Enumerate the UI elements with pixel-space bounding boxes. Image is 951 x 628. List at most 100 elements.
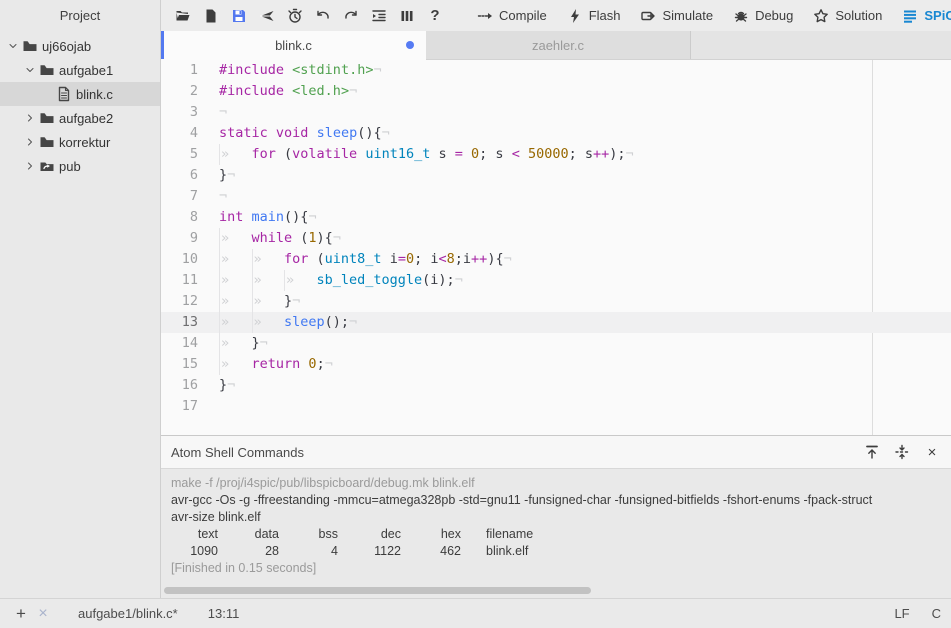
modified-indicator-dot[interactable] — [406, 41, 414, 49]
line-number[interactable]: 6 — [161, 165, 211, 186]
size-table: textdatabssdechexfilename10902841122462b… — [171, 526, 533, 560]
code-text: }¬ — [211, 165, 235, 186]
line-number[interactable]: 10 — [161, 249, 211, 270]
grammar-indicator[interactable]: C — [932, 606, 941, 621]
compile-button[interactable]: Compile — [469, 4, 555, 28]
shell-commands-panel: Atom Shell Commands × make -f /proj/i4sp… — [161, 435, 951, 598]
line-number[interactable]: 15 — [161, 354, 211, 375]
sidebar-item-aufgabe2[interactable]: aufgabe2 — [0, 106, 160, 130]
tab-bar: blink.czaehler.c — [161, 31, 951, 60]
undo-button[interactable] — [309, 3, 337, 29]
code-text: #include <stdint.h>¬ — [211, 60, 382, 81]
chevron-right-icon — [23, 112, 37, 124]
redo-icon — [343, 8, 359, 24]
size-cell: dec — [338, 526, 401, 543]
horizontal-scrollbar[interactable] — [164, 587, 591, 594]
tab-zaehler-c[interactable]: zaehler.c — [426, 31, 691, 59]
auto-scroll-button[interactable] — [893, 443, 911, 461]
indent-button[interactable] — [365, 3, 393, 29]
code-text: »»»sb_led_toggle(i);¬ — [211, 270, 463, 291]
submit-icon — [259, 8, 275, 24]
line-number[interactable]: 16 — [161, 375, 211, 396]
sidebar-item-korrektur[interactable]: korrektur — [0, 130, 160, 154]
line-number[interactable]: 14 — [161, 333, 211, 354]
line-number[interactable]: 2 — [161, 81, 211, 102]
tab-invisible: » — [219, 291, 252, 312]
folder-icon — [37, 134, 57, 150]
project-sidebar: Project uj66ojabaufgabe1blink.caufgabe2k… — [0, 0, 161, 598]
code-text: »»}¬ — [211, 291, 300, 312]
chevron-right-icon — [23, 136, 37, 148]
tab-invisible: » — [252, 270, 285, 291]
tab-blink-c[interactable]: blink.c — [161, 31, 426, 60]
redo-button[interactable] — [337, 3, 365, 29]
code-line-17: 17 — [161, 396, 951, 417]
submit-button[interactable] — [253, 3, 281, 29]
debug-button[interactable]: Debug — [725, 4, 801, 28]
line-number[interactable]: 7 — [161, 186, 211, 207]
eol-invisible: ¬ — [227, 167, 235, 183]
add-project-button[interactable]: + — [10, 603, 32, 625]
help-button[interactable]: ? — [421, 3, 449, 29]
cursor-position[interactable]: 13:11 — [208, 606, 240, 621]
eol-invisible: ¬ — [455, 272, 463, 288]
line-number[interactable]: 3 — [161, 102, 211, 123]
tab-invisible: » — [219, 333, 252, 354]
sidebar-item-blink-c[interactable]: blink.c — [0, 82, 160, 106]
flash-button[interactable]: Flash — [559, 4, 629, 28]
line-number[interactable]: 9 — [161, 228, 211, 249]
eol-invisible: ¬ — [260, 335, 268, 351]
line-number[interactable]: 1 — [161, 60, 211, 81]
output-line: make -f /proj/i4spic/pub/libspicboard/de… — [171, 475, 941, 492]
eol-invisible: ¬ — [504, 251, 512, 267]
line-number[interactable]: 17 — [161, 396, 211, 417]
toolbar: ? Compile FlashSimulateDebugSolution SPiCb… — [161, 0, 951, 31]
line-number[interactable]: 8 — [161, 207, 211, 228]
new-file-button[interactable] — [197, 3, 225, 29]
code-line-7: 7¬ — [161, 186, 951, 207]
size-cell: 1090 — [171, 543, 218, 560]
code-text — [211, 396, 219, 417]
eol-invisible: ¬ — [382, 125, 390, 141]
folder-icon — [37, 62, 57, 78]
spicboard-button[interactable]: SPiCboard — [894, 4, 951, 28]
tab-invisible: » — [219, 312, 252, 333]
simulate-button[interactable]: Simulate — [632, 4, 721, 28]
sidebar-item-pub[interactable]: pub — [0, 154, 160, 178]
code-text: »}¬ — [211, 333, 268, 354]
panel-title: Atom Shell Commands — [171, 445, 863, 460]
tree-item-label: blink.c — [76, 87, 113, 102]
line-number[interactable]: 5 — [161, 144, 211, 165]
solution-button[interactable]: Solution — [805, 4, 890, 28]
code-editor[interactable]: 1#include <stdint.h>¬2#include <led.h>¬3… — [161, 60, 951, 435]
action-label: Compile — [499, 8, 547, 23]
eol-invisible: ¬ — [373, 62, 381, 78]
auto-scroll-icon — [894, 444, 910, 460]
output-lines: make -f /proj/i4spic/pub/libspicboard/de… — [171, 475, 941, 526]
columns-button[interactable] — [393, 3, 421, 29]
close-button[interactable]: × — [923, 443, 941, 461]
sidebar-item-aufgabe1[interactable]: aufgabe1 — [0, 58, 160, 82]
code-text: int main(){¬ — [211, 207, 317, 228]
line-number[interactable]: 13 — [161, 312, 211, 333]
save-button[interactable] — [225, 3, 253, 29]
toolbar-action-group: Compile FlashSimulateDebugSolution SPiCboa… — [469, 4, 951, 28]
code-line-8: 8int main(){¬ — [161, 207, 951, 228]
sidebar-item-uj66ojab[interactable]: uj66ojab — [0, 34, 160, 58]
line-number[interactable]: 4 — [161, 123, 211, 144]
timer-button[interactable] — [281, 3, 309, 29]
remove-project-button[interactable]: × — [32, 603, 54, 625]
action-label: SPiCboard — [924, 8, 951, 23]
scroll-to-top-button[interactable] — [863, 443, 881, 461]
panel-output: make -f /proj/i4spic/pub/libspicboard/de… — [161, 469, 951, 598]
line-number[interactable]: 12 — [161, 291, 211, 312]
simulate-icon — [640, 8, 656, 24]
project-tree: uj66ojabaufgabe1 blink.c aufgabe2 korrektur… — [0, 31, 160, 178]
open-folder-button[interactable] — [169, 3, 197, 29]
eol-invisible: ¬ — [626, 146, 634, 162]
line-ending-indicator[interactable]: LF — [894, 606, 909, 621]
app-window: Project uj66ojabaufgabe1blink.caufgabe2k… — [0, 0, 951, 628]
tree-item-label: korrektur — [59, 135, 110, 150]
file-icon — [54, 86, 74, 102]
line-number[interactable]: 11 — [161, 270, 211, 291]
